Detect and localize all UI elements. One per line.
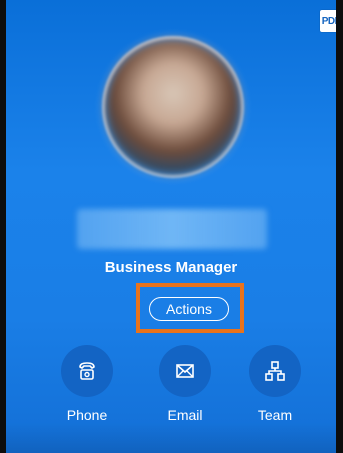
actions-button[interactable]: Actions: [149, 297, 229, 321]
team-label: Team: [257, 407, 293, 423]
email-button[interactable]: Email: [145, 345, 225, 423]
email-circle[interactable]: [159, 345, 211, 397]
pdf-export-icon[interactable]: PDF: [320, 10, 336, 32]
phone-circle[interactable]: [61, 345, 113, 397]
phone-label: Phone: [66, 407, 108, 423]
phone-icon: [79, 362, 95, 380]
job-title: Business Manager: [104, 259, 238, 276]
email-icon: [176, 364, 194, 378]
avatar[interactable]: [105, 39, 241, 175]
actions-button-label: Actions: [166, 301, 212, 317]
redacted-employee-name: [77, 209, 267, 249]
profile-card: PDF Business Manager Actions Phone: [6, 0, 336, 453]
card-bottom-shade: [6, 423, 336, 453]
pdf-label: PDF: [321, 15, 336, 27]
team-button[interactable]: Team: [235, 345, 315, 423]
team-circle[interactable]: [249, 345, 301, 397]
screen-background: PDF Business Manager Actions Phone: [0, 0, 343, 453]
email-label: Email: [167, 407, 203, 423]
phone-button[interactable]: Phone: [47, 345, 127, 423]
team-icon: [265, 361, 285, 381]
